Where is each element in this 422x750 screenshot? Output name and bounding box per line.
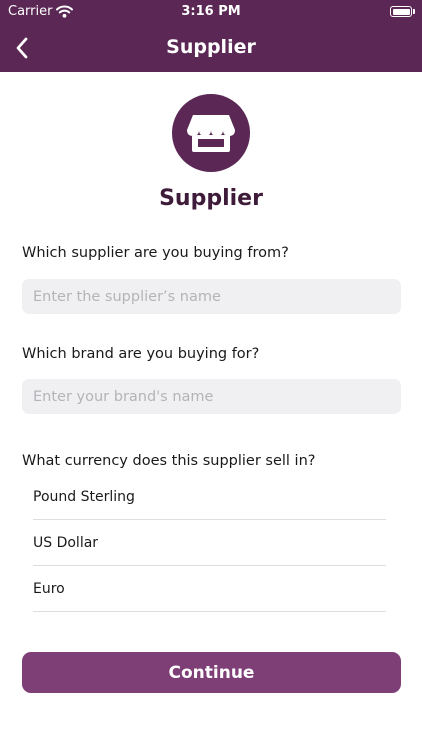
status-bar: Carrier 3:16 PM [0,0,422,24]
battery-tip [413,9,415,14]
supplier-question: Which supplier are you buying from? [22,245,289,261]
page-title: Supplier [159,186,263,211]
navigation-bar: Supplier [0,24,422,72]
battery-icon [390,6,412,17]
currency-question: What currency does this supplier sell in… [22,453,316,469]
nav-title: Supplier [166,36,256,58]
app-header: Carrier 3:16 PM Supplier [0,0,422,72]
supplier-name-input[interactable] [22,279,401,314]
brand-question: Which brand are you buying for? [22,346,260,362]
currency-option-pound-sterling[interactable]: Pound Sterling [33,474,386,520]
storefront-icon [187,115,235,152]
continue-button[interactable]: Continue [22,652,401,693]
supplier-hero-icon [172,94,250,172]
status-time: 3:16 PM [181,4,241,19]
currency-option-us-dollar[interactable]: US Dollar [33,520,386,566]
currency-option-euro[interactable]: Euro [33,566,386,612]
brand-name-input[interactable] [22,379,401,414]
currency-options: Pound Sterling US Dollar Euro [33,474,386,612]
